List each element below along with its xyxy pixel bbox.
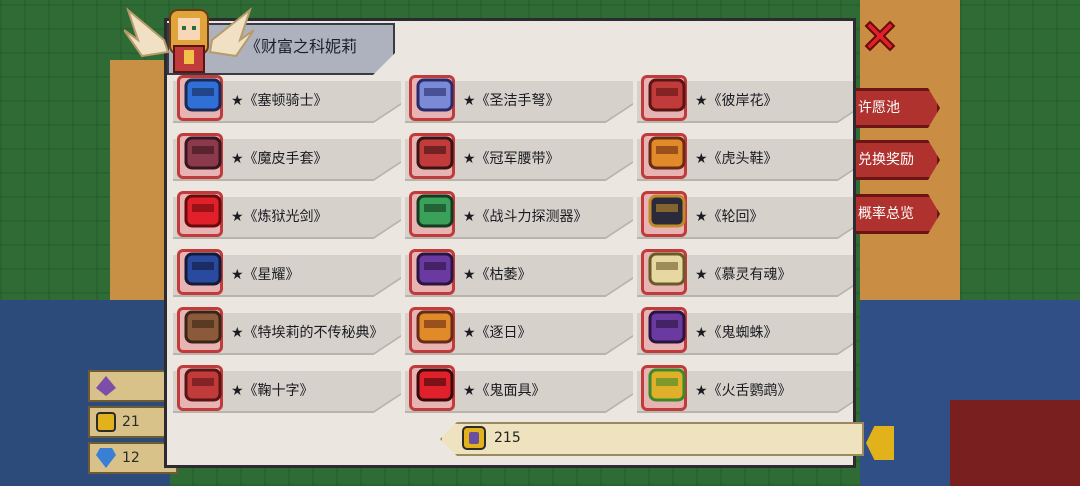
item-slot[interactable] bbox=[641, 191, 687, 237]
item-entry[interactable]: ★《轮回》 bbox=[637, 191, 853, 241]
wither-bat-cape-icon bbox=[416, 252, 454, 286]
ghost-spider-gun-icon bbox=[648, 310, 686, 344]
item-entry[interactable]: ★《彼岸花》 bbox=[637, 75, 853, 125]
item-entry[interactable]: ★《塞顿骑士》 bbox=[173, 75, 401, 125]
item-name: ★《虎头鞋》 bbox=[695, 151, 778, 167]
item-slot[interactable] bbox=[641, 249, 687, 295]
item-entry[interactable]: ★《虎头鞋》 bbox=[637, 133, 853, 183]
purgatory-lightsaber-icon bbox=[184, 194, 222, 228]
item-slot[interactable] bbox=[409, 191, 455, 237]
item-slot[interactable] bbox=[177, 365, 223, 411]
close-icon bbox=[864, 20, 896, 52]
item-name: ★《塞顿骑士》 bbox=[231, 93, 328, 109]
item-entry[interactable]: ★《鬼蜘蛛》 bbox=[637, 307, 853, 357]
item-slot[interactable] bbox=[641, 365, 687, 411]
item-name: ★《慕灵有魂》 bbox=[695, 267, 792, 283]
fire-parrot-gun-icon bbox=[648, 368, 686, 402]
red-carpet bbox=[950, 400, 1080, 486]
item-slot[interactable] bbox=[177, 133, 223, 179]
item-entry[interactable]: ★《圣洁手弩》 bbox=[405, 75, 633, 125]
item-entry[interactable]: ★《战斗力探测器》 bbox=[405, 191, 633, 241]
item-slot[interactable] bbox=[177, 75, 223, 121]
side-button-label: 概率总览 bbox=[858, 206, 914, 222]
item-entry[interactable]: ★《魔皮手套》 bbox=[173, 133, 401, 183]
reincarnation-claw-icon bbox=[648, 194, 686, 228]
star-cape-icon bbox=[184, 252, 222, 286]
blue-diamond-icon bbox=[96, 448, 116, 468]
power-scanner-icon bbox=[416, 194, 454, 228]
item-slot[interactable] bbox=[409, 75, 455, 121]
item-name: ★《彼岸花》 bbox=[695, 93, 778, 109]
item-pool-panel: 《财富之科妮莉 ★《塞顿骑士》 ★《圣洁手弩》 ★《彼岸花》 ★《魔皮手套》 ★《冠军腰… bbox=[164, 18, 856, 468]
side-button-label: 兑换奖励 bbox=[858, 152, 914, 168]
item-name: ★《逐日》 bbox=[463, 325, 532, 341]
item-name: ★《鞠十字》 bbox=[231, 383, 314, 399]
item-entry[interactable]: ★《鬼面具》 bbox=[405, 365, 633, 415]
item-entry[interactable]: ★《慕灵有魂》 bbox=[637, 249, 853, 299]
item-name: ★《星耀》 bbox=[231, 267, 300, 283]
item-slot[interactable] bbox=[177, 249, 223, 295]
item-slot[interactable] bbox=[409, 249, 455, 295]
blue-knight-helmet-icon bbox=[184, 78, 222, 112]
champion-belt-icon bbox=[416, 136, 454, 170]
close-button[interactable] bbox=[860, 16, 900, 56]
item-name: ★《鬼面具》 bbox=[463, 383, 546, 399]
item-entry[interactable]: ★《星耀》 bbox=[173, 249, 401, 299]
item-slot[interactable] bbox=[177, 307, 223, 353]
red-spider-lily-icon bbox=[648, 78, 686, 112]
item-name: ★《炼狱光剑》 bbox=[231, 209, 328, 225]
sun-chaser-bow-icon bbox=[416, 310, 454, 344]
character-avatar bbox=[123, 0, 255, 74]
item-name: ★《战斗力探测器》 bbox=[463, 209, 588, 225]
item-list[interactable]: ★《塞顿骑士》 ★《圣洁手弩》 ★《彼岸花》 ★《魔皮手套》 ★《冠军腰带》 ★《虎头鞋》… bbox=[173, 75, 853, 415]
item-entry[interactable]: ★《火舌鹦鹉》 bbox=[637, 365, 853, 415]
item-name: ★《枯萎》 bbox=[463, 267, 532, 283]
item-slot[interactable] bbox=[177, 191, 223, 237]
currency-amount: 215 bbox=[494, 430, 521, 446]
side-button-label: 许愿池 bbox=[858, 100, 900, 116]
secret-book-icon bbox=[184, 310, 222, 344]
spirit-robe-icon bbox=[648, 252, 686, 286]
item-slot[interactable] bbox=[409, 365, 455, 411]
item-slot[interactable] bbox=[409, 307, 455, 353]
item-name: ★《火舌鹦鹉》 bbox=[695, 383, 792, 399]
item-slot[interactable] bbox=[641, 307, 687, 353]
item-name: ★《轮回》 bbox=[695, 209, 764, 225]
item-entry[interactable]: ★《鞠十字》 bbox=[173, 365, 401, 415]
wooden-floor bbox=[110, 60, 170, 320]
holy-crossbow-icon bbox=[416, 78, 454, 112]
purple-gem-icon bbox=[96, 376, 116, 396]
item-entry[interactable]: ★《逐日》 bbox=[405, 307, 633, 357]
item-entry[interactable]: ★《特埃莉的不传秘典》 bbox=[173, 307, 401, 357]
gold-coin-icon bbox=[96, 412, 116, 432]
item-slot[interactable] bbox=[641, 75, 687, 121]
item-name: ★《冠军腰带》 bbox=[463, 151, 560, 167]
item-entry[interactable]: ★《炼狱光剑》 bbox=[173, 191, 401, 241]
item-entry[interactable]: ★《枯萎》 bbox=[405, 249, 633, 299]
item-name: ★《圣洁手弩》 bbox=[463, 93, 560, 109]
item-name: ★《魔皮手套》 bbox=[231, 151, 328, 167]
ghost-mask-icon bbox=[416, 368, 454, 402]
demon-glove-icon bbox=[184, 136, 222, 170]
item-name: ★《鬼蜘蛛》 bbox=[695, 325, 778, 341]
item-slot[interactable] bbox=[409, 133, 455, 179]
tiger-head-shoe-icon bbox=[648, 136, 686, 170]
panel-title: 《财富之科妮莉 bbox=[245, 37, 358, 56]
currency-value: 21 bbox=[122, 414, 140, 430]
item-slot[interactable] bbox=[641, 133, 687, 179]
item-entry[interactable]: ★《冠军腰带》 bbox=[405, 133, 633, 183]
currency-value: 12 bbox=[122, 450, 140, 466]
item-name: ★《特埃莉的不传秘典》 bbox=[231, 325, 384, 341]
gold-coin-icon bbox=[462, 426, 486, 450]
cross-target-icon bbox=[184, 368, 222, 402]
